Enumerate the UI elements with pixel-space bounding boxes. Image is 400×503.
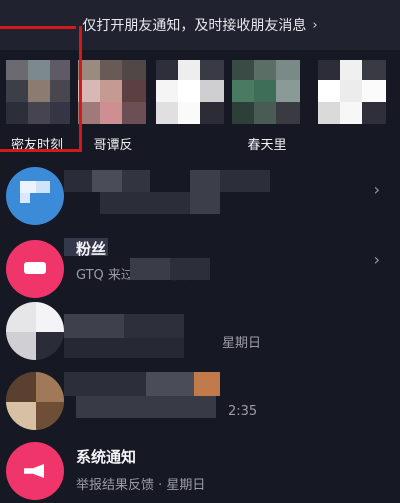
megaphone-icon <box>24 464 44 478</box>
row-subtitle: 星期日 <box>222 336 262 351</box>
story-item[interactable] <box>318 60 388 146</box>
person-icon <box>24 262 46 274</box>
story-item[interactable]: 春天里 <box>232 60 302 153</box>
avatar <box>6 442 64 500</box>
avatar <box>6 302 64 360</box>
row-title: 系统通知 <box>76 448 137 466</box>
story-label: 哥谭反 <box>93 138 133 153</box>
message-row[interactable]: 2:35 <box>0 366 400 438</box>
row-subtitle: 2:35 <box>228 404 258 419</box>
row-title: 粉丝 <box>76 240 107 258</box>
message-row[interactable]: › <box>0 160 400 232</box>
message-row[interactable]: 星期日 <box>0 300 400 372</box>
row-subtitle: 举报结果反馈 · 星期日 <box>76 478 206 493</box>
avatar <box>6 240 64 298</box>
avatar <box>6 167 64 225</box>
notification-banner-text: 仅打开朋友通知，及时接收朋友消息 <box>82 18 307 34</box>
highlight-box <box>0 26 82 152</box>
chevron-right-icon: › <box>373 180 380 199</box>
chat-icon <box>20 181 36 193</box>
story-item[interactable]: 哥谭反 <box>78 60 148 153</box>
message-row-system[interactable]: 系统通知 举报结果反馈 · 星期日 <box>0 436 400 503</box>
story-item[interactable] <box>156 60 226 146</box>
chevron-right-icon: › <box>373 250 380 269</box>
avatar <box>6 372 64 430</box>
chevron-right-icon: › <box>312 17 318 33</box>
story-label: 春天里 <box>247 138 287 153</box>
message-row-fans[interactable]: 粉丝 GTQ 来过你的主页 › <box>0 232 400 304</box>
